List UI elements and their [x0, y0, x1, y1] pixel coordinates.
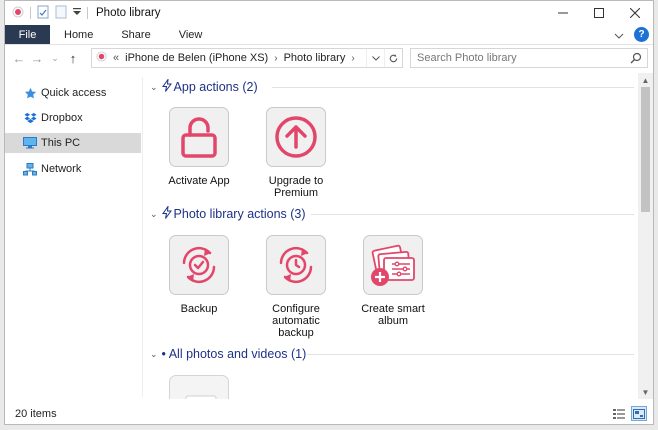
maximize-button[interactable] [581, 1, 617, 25]
search-input[interactable] [417, 52, 617, 64]
forward-arrow-icon[interactable]: → [28, 51, 46, 66]
tab-file[interactable]: File [5, 25, 50, 44]
up-arrow-icon[interactable]: ↑ [64, 51, 82, 66]
navigation-bar: ← → ⌄ ↑ « iPhone de Belen (iPhone XS) › … [5, 45, 653, 71]
network-icon [23, 162, 37, 176]
status-bar: 20 items [5, 403, 653, 424]
new-folder-icon[interactable] [55, 5, 67, 22]
group-divider [311, 214, 634, 215]
tile-upgrade-to-premium[interactable]: Upgrade to Premium [256, 107, 336, 199]
group-divider [272, 87, 634, 88]
address-controls [366, 49, 402, 67]
sidebar-item-this-pc[interactable]: This PC [5, 133, 141, 153]
tile-configure-automatic-backup[interactable]: Configure automatic backup [256, 235, 336, 339]
address-dropdown-icon[interactable] [366, 49, 384, 67]
breadcrumb-chevron-icon[interactable]: › [351, 53, 354, 64]
photo-thumbnail-icon [169, 375, 229, 399]
tile-create-smart-album[interactable]: Create smart album [353, 235, 433, 327]
collapse-chevron-icon[interactable]: ⌄ [150, 349, 158, 360]
large-icons-view-icon[interactable] [631, 406, 647, 421]
content-pane: ⌄ App actions (2) Activate App Upgrade t… [145, 73, 640, 399]
window-title: Photo library [96, 7, 161, 19]
toolbar-separator [87, 7, 88, 19]
search-box[interactable] [410, 48, 648, 68]
properties-icon[interactable] [37, 5, 49, 22]
lightning-icon [161, 77, 172, 95]
sidebar-item-label: This PC [41, 137, 81, 149]
collapse-chevron-icon[interactable]: ⌄ [150, 82, 158, 93]
backup-check-icon [169, 235, 229, 295]
search-icon[interactable] [630, 52, 642, 67]
scroll-down-icon[interactable]: ▼ [638, 385, 653, 399]
tab-view[interactable]: View [165, 25, 217, 44]
device-icon [96, 51, 107, 65]
group-header-photo-library-actions[interactable]: ⌄ Photo library actions (3) [150, 204, 306, 223]
tile-label: Configure automatic backup [272, 303, 320, 339]
backup-clock-icon [266, 235, 326, 295]
smart-album-icon [363, 235, 423, 295]
sidebar-item-quick-access[interactable]: Quick access [5, 83, 141, 103]
sidebar-item-network[interactable]: Network [5, 159, 141, 179]
breadcrumb-device[interactable]: iPhone de Belen (iPhone XS) [125, 52, 268, 64]
tile-label: Activate App [168, 175, 230, 187]
sidebar-item-label: Network [41, 163, 82, 175]
computer-icon [23, 136, 37, 150]
details-view-icon[interactable] [611, 406, 627, 421]
minimize-button[interactable] [545, 1, 581, 25]
quick-access-toolbar [5, 5, 88, 22]
sidebar-item-label: Dropbox [41, 112, 83, 124]
sidebar-item-label: Quick access [41, 87, 107, 99]
scroll-up-icon[interactable]: ▲ [638, 73, 653, 87]
group-title: Photo library actions (3) [173, 207, 306, 221]
window-controls [545, 1, 653, 25]
breadcrumb-chevron-icon[interactable]: › [274, 53, 277, 64]
ribbon: File Home Share View ? [5, 25, 653, 45]
close-button[interactable] [617, 1, 653, 25]
back-arrow-icon[interactable]: ← [10, 51, 28, 66]
tab-share[interactable]: Share [107, 25, 164, 44]
item-count: 20 items [15, 408, 57, 420]
view-switcher [611, 406, 647, 421]
lightning-icon [161, 204, 172, 222]
group-header-all-photos[interactable]: ⌄ • All photos and videos (1) [150, 345, 306, 363]
breadcrumb-photo-library[interactable]: Photo library [284, 52, 346, 64]
explorer-window: Photo library File Home Share View ? ← →… [4, 0, 654, 425]
tab-home[interactable]: Home [50, 25, 107, 44]
toolbar-separator [30, 7, 31, 19]
group-divider [307, 354, 634, 355]
upgrade-arrow-icon [266, 107, 326, 167]
refresh-icon[interactable] [384, 49, 402, 67]
group-header-app-actions[interactable]: ⌄ App actions (2) [150, 77, 258, 96]
unlock-icon [169, 107, 229, 167]
scrollbar-thumb[interactable] [641, 87, 650, 212]
app-icon [12, 6, 24, 21]
tile-label: Create smart album [361, 303, 425, 327]
tile-backup[interactable]: Backup [159, 235, 239, 315]
help-icon[interactable]: ? [634, 27, 649, 42]
tile-label: Backup [180, 303, 218, 315]
breadcrumb-overflow[interactable]: « [113, 52, 119, 64]
collapse-chevron-icon[interactable]: ⌄ [150, 209, 158, 220]
recent-locations-icon[interactable]: ⌄ [46, 53, 64, 64]
tile-activate-app[interactable]: Activate App [159, 107, 239, 187]
group-title: • All photos and videos (1) [161, 347, 307, 361]
tile-partial-item[interactable] [159, 375, 239, 399]
title-bar: Photo library [5, 1, 653, 25]
expand-ribbon-icon[interactable] [614, 28, 624, 42]
ribbon-right-controls: ? [614, 27, 649, 42]
group-title: App actions (2) [173, 80, 258, 94]
customize-toolbar-icon[interactable] [73, 6, 81, 20]
address-bar[interactable]: « iPhone de Belen (iPhone XS) › Photo li… [91, 48, 403, 68]
vertical-scrollbar[interactable]: ▲ ▼ [638, 73, 653, 399]
dropbox-icon [23, 111, 37, 125]
sidebar-item-dropbox[interactable]: Dropbox [5, 108, 141, 128]
tile-label: Upgrade to Premium [268, 175, 324, 199]
navigation-pane: Quick access Dropbox This PC Network [5, 77, 143, 397]
star-icon [23, 86, 37, 100]
